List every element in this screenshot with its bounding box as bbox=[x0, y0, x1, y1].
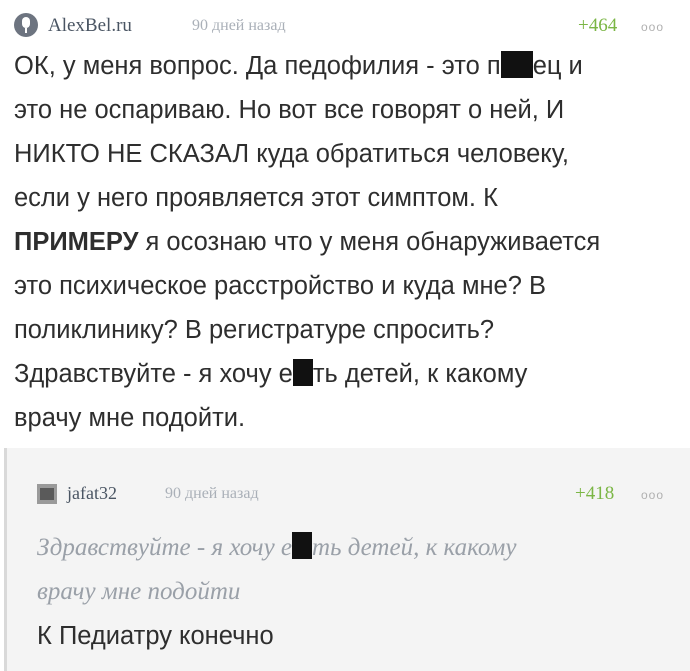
comment-timestamp: 90 дней назад bbox=[192, 17, 286, 34]
reply-timestamp: 90 дней назад bbox=[165, 485, 259, 502]
microphone-avatar-icon[interactable] bbox=[14, 13, 38, 37]
comment-rating: +464 bbox=[578, 15, 618, 36]
reply-header: jafat32 90 дней назад +418 ooo bbox=[37, 482, 687, 506]
reply-comment: jafat32 90 дней назад +418 ooo Здравству… bbox=[4, 448, 690, 671]
comment-line: поликлинику? В регистратуре спросить? bbox=[14, 316, 495, 344]
reply-author-link[interactable]: jafat32 bbox=[67, 483, 117, 504]
comment-body: ОК, у меня вопрос. Да педофилия - это пе… bbox=[14, 44, 684, 440]
comment-line: ПРИМЕРУ я осознаю что у меня обнаруживае… bbox=[14, 228, 601, 256]
censor-block bbox=[292, 359, 313, 386]
bold-emphasis: ПРИМЕРУ bbox=[14, 228, 139, 256]
comment-author-link[interactable]: AlexBel.ru bbox=[48, 15, 132, 37]
comment-line: если у него проявляется этот симптом. К bbox=[14, 184, 498, 212]
comment-line: врачу мне подойти. bbox=[14, 404, 246, 432]
comment-line: Здравствуйте - я хочу е ть детей, к каком… bbox=[14, 359, 528, 388]
reply-more-button[interactable]: ooo bbox=[641, 488, 664, 502]
reply-avatar-icon[interactable] bbox=[37, 484, 57, 504]
comment-more-button[interactable]: ooo bbox=[641, 20, 664, 34]
comment-line: это не оспариваю. Но вот все говорят о н… bbox=[14, 96, 565, 124]
censor-block bbox=[292, 532, 313, 559]
reply-body: К Педиатру конечно bbox=[37, 622, 274, 650]
comment-line: это психическое расстройство и куда мне?… bbox=[14, 272, 547, 300]
reply-rating: +418 bbox=[575, 483, 615, 504]
comment-header: AlexBel.ru 90 дней назад +464 ooo bbox=[14, 12, 680, 38]
censor-block bbox=[500, 51, 533, 78]
comment-line: ОК, у меня вопрос. Да педофилия - это пе… bbox=[14, 51, 583, 80]
comment-line: НИКТО НЕ СКАЗАЛ куда обратиться человеку… bbox=[14, 140, 569, 168]
reply-quote: Здравствуйте - я хочу е ть детей, к каком… bbox=[37, 532, 517, 605]
